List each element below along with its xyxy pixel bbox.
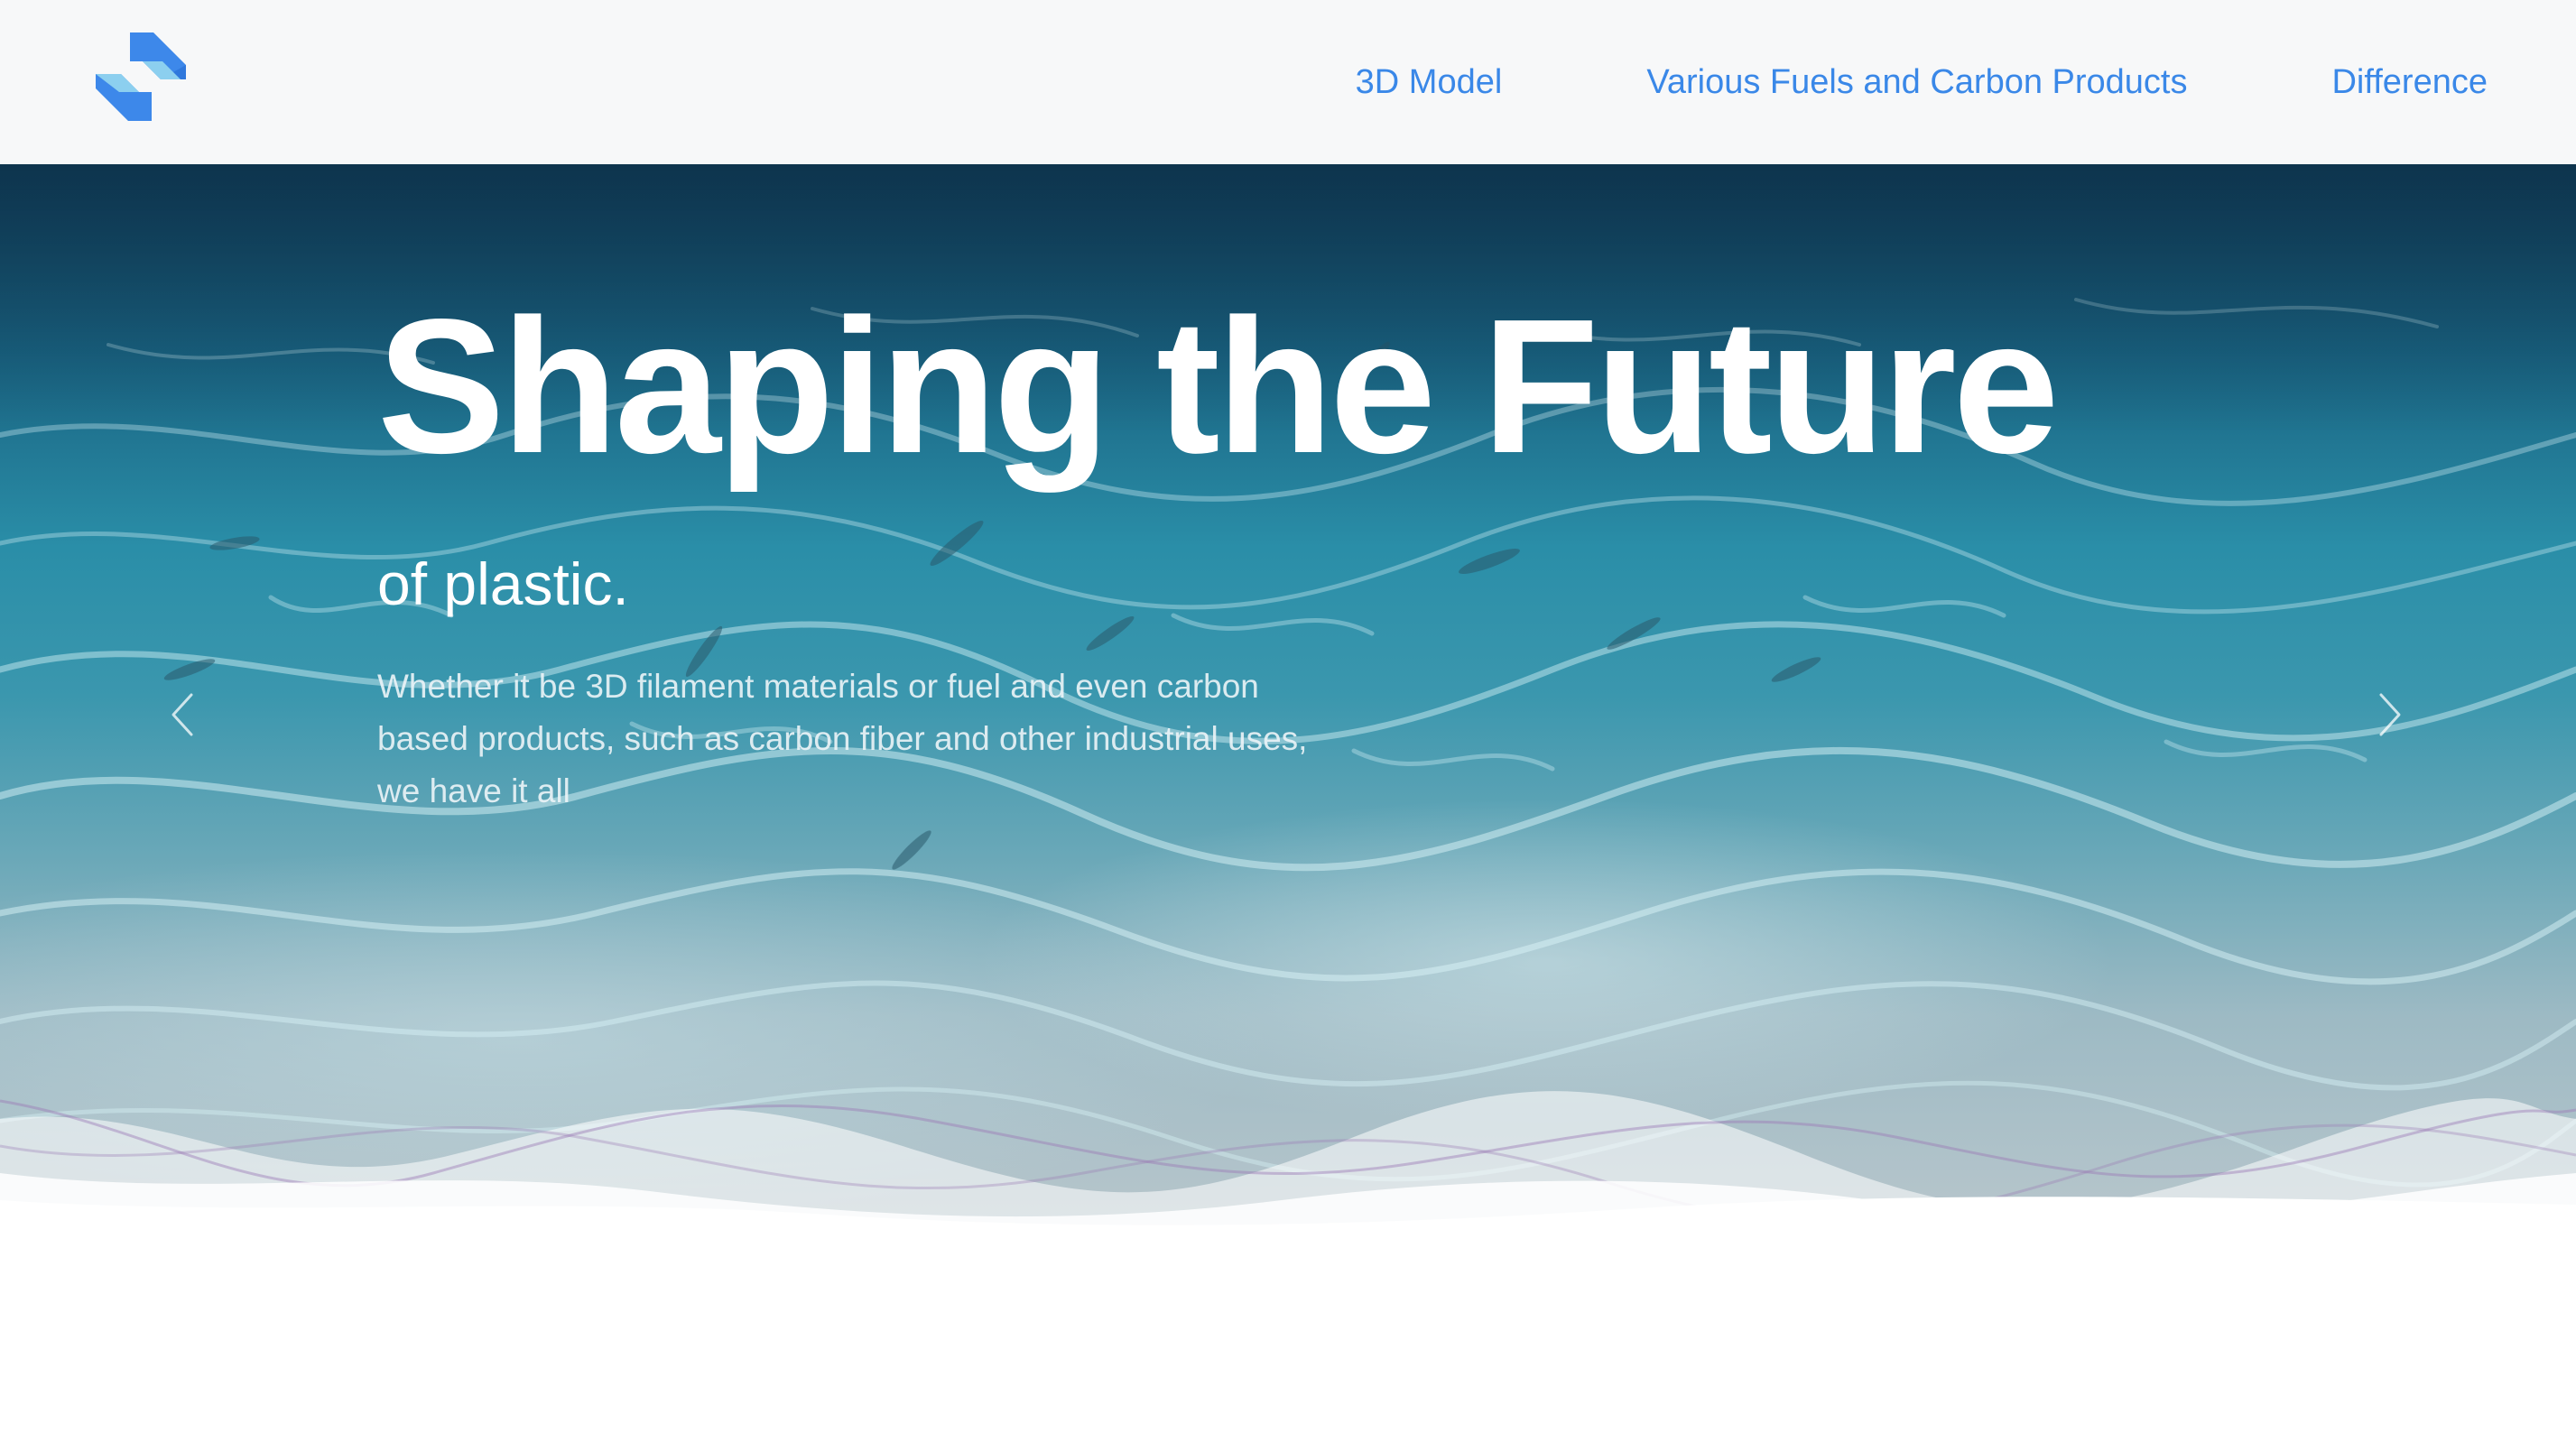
wave-divider xyxy=(0,1091,2576,1281)
hero-content: Shaping the Future of plastic. Whether i… xyxy=(377,291,2092,818)
chevron-right-icon xyxy=(2379,693,2401,736)
nav-links: 3D Model Various Fuels and Carbon Produc… xyxy=(1211,0,2488,164)
nav-link-fuels-carbon-products[interactable]: Various Fuels and Carbon Products xyxy=(1646,63,2187,102)
nav-link-3d-model[interactable]: 3D Model xyxy=(1356,63,1503,102)
carousel-next-button[interactable] xyxy=(2363,679,2417,751)
hero-description: Whether it be 3D filament materials or f… xyxy=(377,668,1308,809)
brand-logo-icon[interactable] xyxy=(94,31,188,123)
hero-subtitle: of plastic. xyxy=(377,550,629,617)
carousel-prev-button[interactable] xyxy=(155,679,209,751)
navbar: 3D Model Various Fuels and Carbon Produc… xyxy=(0,0,2576,164)
nav-link-difference[interactable]: Difference xyxy=(2331,63,2488,102)
chevron-left-icon xyxy=(171,693,193,736)
hero-title: Shaping the Future xyxy=(377,279,2060,493)
page: 3D Model Various Fuels and Carbon Produc… xyxy=(0,0,2576,1442)
